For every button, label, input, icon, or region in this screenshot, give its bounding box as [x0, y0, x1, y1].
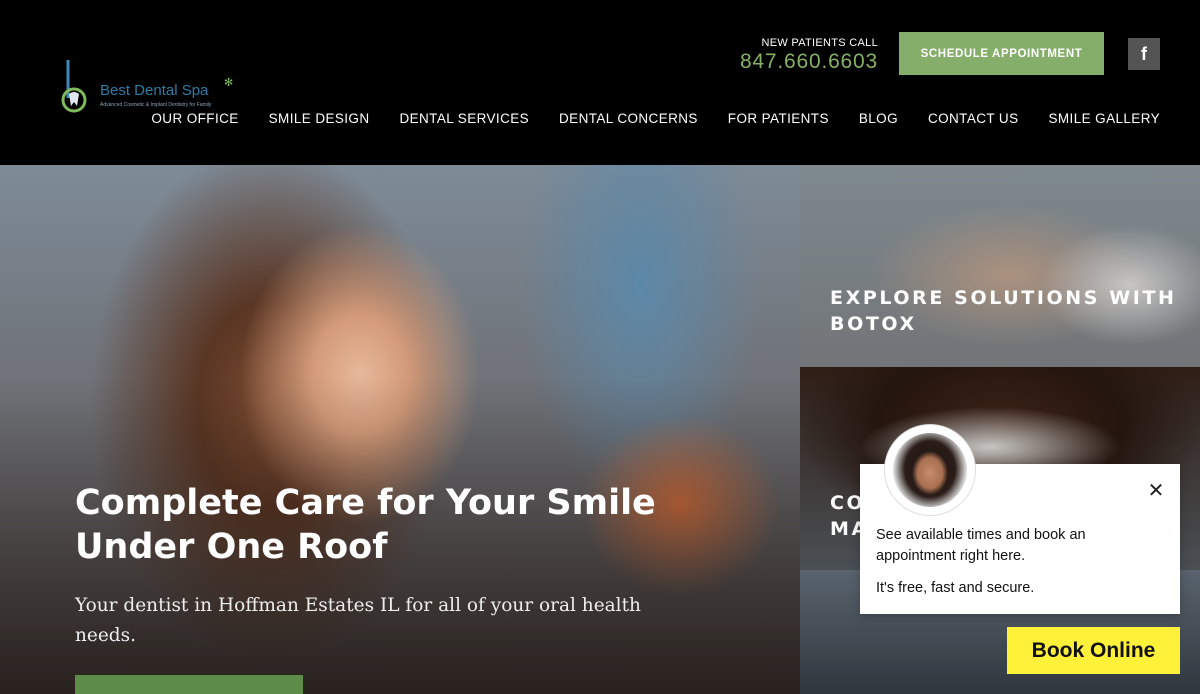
chat-message: See available times and book an appointm…	[876, 527, 1086, 564]
nav-item-our-office[interactable]: OUR OFFICE	[151, 111, 238, 126]
new-patients-label: NEW PATIENTS CALL	[761, 37, 878, 49]
tooth-logo-icon	[61, 60, 87, 113]
phone-number-link[interactable]: 847.660.6603	[740, 50, 878, 74]
nav-item-for-patients[interactable]: FOR PATIENTS	[728, 111, 829, 126]
nav-item-dental-services[interactable]: DENTAL SERVICES	[399, 111, 529, 126]
nav-item-smile-gallery[interactable]: SMILE GALLERY	[1049, 111, 1161, 126]
hero-subtitle: Your dentist in Hoffman Estates IL for a…	[75, 595, 641, 646]
brand-name: Best Dental Spa	[100, 82, 209, 99]
nav-item-smile-design[interactable]: SMILE DESIGN	[269, 111, 370, 126]
assistant-photo	[893, 433, 967, 507]
chat-secure-note: It's free, fast and secure.	[876, 580, 1035, 596]
hero-banner: Complete Care for Your Smile Under One R…	[0, 165, 800, 694]
nav-item-dental-concerns[interactable]: DENTAL CONCERNS	[559, 111, 698, 126]
nav-item-contact-us[interactable]: CONTACT US	[928, 111, 1019, 126]
brand-tagline: Advanced Cosmetic & Implant Dentistry fo…	[100, 102, 212, 108]
botox-panel[interactable]: EXPLORE SOLUTIONS WITH BOTOX	[800, 165, 1200, 367]
site-header: Best Dental Spa ✻ Advanced Cosmetic & Im…	[0, 0, 1200, 165]
hero-title: Complete Care for Your Smile Under One R…	[75, 483, 656, 567]
leaf-icon: ✻	[224, 76, 234, 89]
hero-cta-button[interactable]	[75, 675, 303, 694]
book-online-button[interactable]: Book Online	[1007, 627, 1180, 674]
main-nav: OUR OFFICE SMILE DESIGN DENTAL SERVICES …	[151, 111, 1160, 126]
schedule-appointment-button[interactable]: SCHEDULE APPOINTMENT	[899, 32, 1104, 75]
facebook-icon[interactable]: f	[1128, 38, 1160, 70]
botox-panel-title: EXPLORE SOLUTIONS WITH BOTOX	[830, 287, 1177, 335]
avatar	[885, 425, 975, 515]
close-icon[interactable]: ✕	[1146, 480, 1166, 500]
nav-item-blog[interactable]: BLOG	[859, 111, 898, 126]
logo[interactable]: Best Dental Spa ✻ Advanced Cosmetic & Im…	[60, 58, 240, 118]
